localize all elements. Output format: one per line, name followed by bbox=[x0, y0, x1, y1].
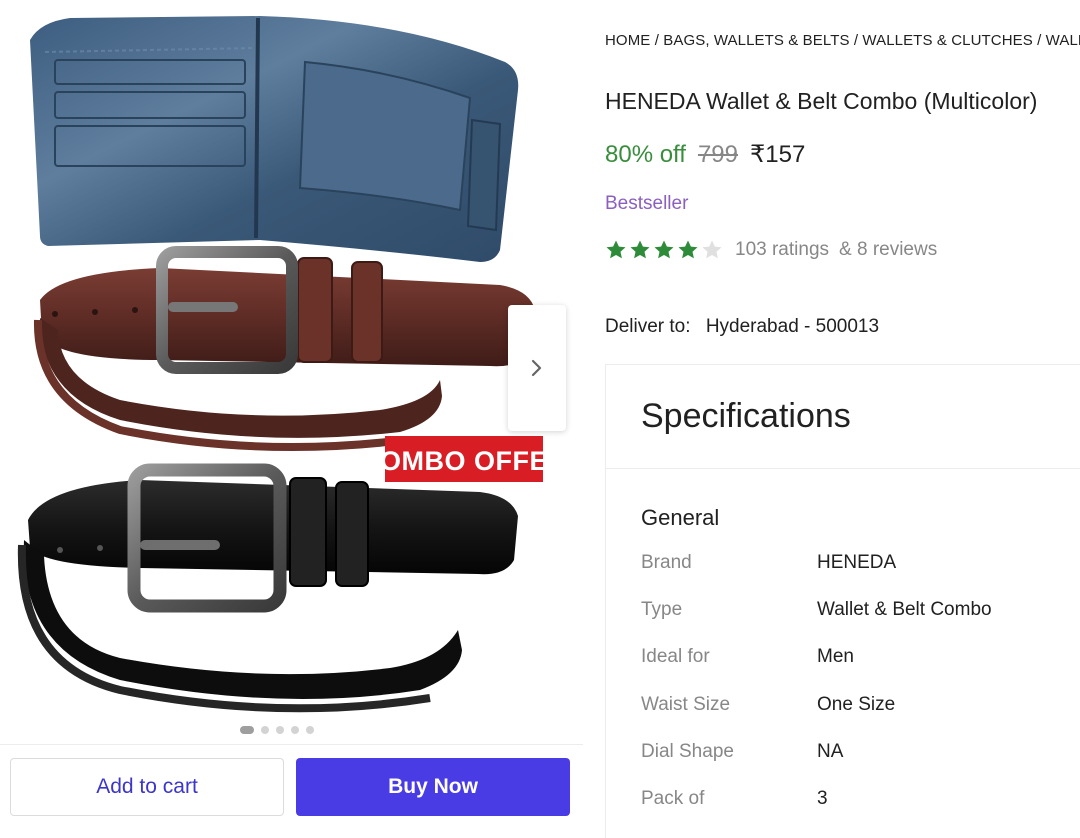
pagination-dot[interactable] bbox=[306, 726, 314, 734]
specifications-card: Specifications General Brand HENEDA Type… bbox=[605, 364, 1080, 838]
spec-key: Type bbox=[641, 599, 683, 620]
discount-percent: 80% off bbox=[605, 141, 686, 168]
breadcrumb-separator: / bbox=[654, 32, 664, 49]
breadcrumb-item[interactable]: WALLETS bbox=[1046, 32, 1080, 49]
pagination-dot[interactable] bbox=[261, 726, 269, 734]
spec-value: Men bbox=[817, 646, 854, 667]
spec-section-title: General bbox=[641, 505, 720, 530]
product-image[interactable]: COMBO OFFER bbox=[0, 0, 583, 720]
deliver-label: Deliver to: bbox=[605, 316, 691, 337]
breadcrumb-separator: / bbox=[1037, 32, 1046, 49]
specifications-title: Specifications bbox=[641, 397, 851, 435]
star-rating bbox=[605, 239, 723, 261]
rating-row[interactable]: 103 ratings & 8 reviews bbox=[605, 239, 937, 261]
ratings-count[interactable]: 103 ratings bbox=[735, 239, 829, 261]
black-belt-graphic bbox=[17, 463, 518, 713]
reviews-count[interactable]: & 8 reviews bbox=[839, 239, 937, 261]
chevron-right-icon bbox=[531, 359, 542, 377]
spec-key: Pack of bbox=[641, 788, 705, 809]
breadcrumb: HOME / BAGS, WALLETS & BELTS / WALLETS &… bbox=[605, 32, 1080, 49]
price-row: 80% off 799 ₹157 bbox=[605, 140, 805, 169]
breadcrumb-item[interactable]: HOME bbox=[605, 32, 650, 49]
spec-key: Brand bbox=[641, 552, 692, 573]
svg-text:COMBO OFFER: COMBO OFFER bbox=[360, 446, 568, 476]
action-bar: Add to cart Buy Now bbox=[0, 744, 583, 838]
star-filled-icon bbox=[630, 240, 650, 259]
buy-now-button[interactable]: Buy Now bbox=[296, 758, 570, 816]
spec-key: Ideal for bbox=[641, 646, 710, 667]
spec-value: One Size bbox=[817, 694, 896, 715]
spec-value: NA bbox=[817, 741, 844, 762]
pagination-dot[interactable] bbox=[291, 726, 299, 734]
spec-value: HENEDA bbox=[817, 552, 897, 573]
bestseller-badge: Bestseller bbox=[605, 193, 689, 214]
add-to-cart-button[interactable]: Add to cart bbox=[10, 758, 284, 816]
delivery-location[interactable]: Deliver to: Hyderabad - 500013 bbox=[605, 316, 879, 338]
brown-belt-graphic bbox=[33, 246, 535, 452]
image-pagination-dots[interactable] bbox=[240, 726, 314, 734]
star-filled-icon bbox=[606, 240, 626, 259]
selling-price: ₹157 bbox=[750, 141, 806, 168]
product-gallery: COMBO OFFER Add to cart Buy Now bbox=[0, 0, 583, 838]
breadcrumb-item[interactable]: WALLETS & CLUTCHES bbox=[862, 32, 1032, 49]
spec-value: 3 bbox=[817, 788, 828, 809]
specifications-header[interactable]: Specifications bbox=[606, 365, 1080, 469]
product-details: HOME / BAGS, WALLETS & BELTS / WALLETS &… bbox=[605, 0, 1080, 838]
breadcrumb-item[interactable]: BAGS, WALLETS & BELTS bbox=[663, 32, 849, 49]
star-empty-icon bbox=[702, 240, 722, 259]
product-title: HENEDA Wallet & Belt Combo (Multicolor) bbox=[605, 88, 1038, 114]
original-price: 799 bbox=[697, 141, 738, 168]
star-filled-icon bbox=[654, 240, 674, 259]
star-filled-icon bbox=[678, 240, 698, 259]
wallet-graphic bbox=[30, 16, 519, 262]
spec-key: Dial Shape bbox=[641, 741, 734, 762]
deliver-pincode[interactable]: Hyderabad - 500013 bbox=[706, 316, 879, 337]
pagination-dot[interactable] bbox=[240, 726, 254, 734]
pagination-dot[interactable] bbox=[276, 726, 284, 734]
combo-offer-badge: COMBO OFFER bbox=[360, 436, 568, 482]
spec-value: Wallet & Belt Combo bbox=[817, 599, 992, 620]
next-image-button[interactable] bbox=[508, 305, 566, 431]
spec-key: Waist Size bbox=[641, 694, 731, 715]
